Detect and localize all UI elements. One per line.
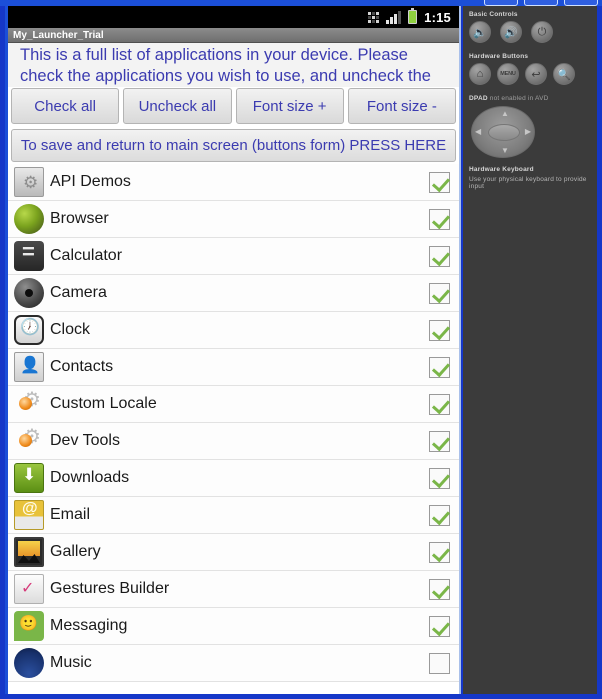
dpad-left-icon[interactable]: ◀ (475, 127, 481, 136)
power-button[interactable]: ⏻ (531, 21, 553, 43)
app-checkbox[interactable] (429, 171, 450, 193)
app-checkbox[interactable] (429, 319, 450, 341)
gear-orange-icon (14, 424, 44, 456)
save-and-return-button[interactable]: To save and return to main screen (butto… (11, 129, 456, 162)
app-list-item[interactable]: Dev Tools (8, 423, 459, 460)
app-checkbox[interactable] (429, 282, 450, 304)
app-name-label: Email (50, 506, 91, 523)
gear-orange-icon (14, 387, 44, 419)
emulator-screen: 1:15 My_Launcher_Trial This is a full li… (5, 6, 461, 694)
hardware-buttons-label: Hardware Buttons (469, 53, 529, 60)
app-list-item[interactable]: Email (8, 497, 459, 534)
app-list-item[interactable]: Gallery (8, 534, 459, 571)
instructions-text: This is a full list of applications in y… (8, 43, 459, 87)
volume-up-button[interactable]: 🔊 (500, 21, 522, 43)
folder-gear-icon (14, 167, 44, 197)
dpad-down-icon[interactable]: ▼ (501, 146, 509, 155)
app-list-item[interactable]: Clock (8, 312, 459, 349)
app-list-item[interactable]: Calculator (8, 238, 459, 275)
app-name-label: Browser (50, 210, 109, 227)
app-list-item[interactable]: Browser (8, 201, 459, 238)
hardware-buttons-group: Hardware Buttons ⌂ MENU ↩ 🔍 (469, 53, 591, 85)
dpad-up-icon[interactable]: ▲ (501, 109, 509, 118)
app-checkbox[interactable] (429, 578, 450, 600)
app-checkbox[interactable] (429, 393, 450, 415)
3g-network-icon (368, 11, 380, 23)
menu-button[interactable]: MENU (497, 63, 519, 85)
volume-down-button[interactable]: 🔈 (469, 21, 491, 43)
app-name-label: Downloads (50, 469, 130, 486)
signal-bars-icon (386, 10, 402, 24)
app-list-item[interactable]: Gestures Builder (8, 571, 459, 608)
app-checkbox[interactable] (429, 615, 450, 637)
app-name-label: Messaging (50, 617, 128, 634)
dpad-label: DPAD not enabled in AVD (469, 95, 591, 102)
action-button-row: Check all Uncheck all Font size + Font s… (8, 87, 459, 126)
app-list-item[interactable]: Camera (8, 275, 459, 312)
app-name-label: Gestures Builder (50, 580, 170, 597)
app-list-item[interactable]: Custom Locale (8, 386, 459, 423)
app-name-label: Custom Locale (50, 395, 157, 412)
app-name-label: Contacts (50, 358, 114, 375)
app-checkbox[interactable] (429, 245, 450, 267)
app-checkbox[interactable] (429, 467, 450, 489)
emulator-control-panel: Basic Controls 🔈 🔊 ⏻ Hardware Buttons ⌂ … (463, 6, 597, 694)
app-checkbox[interactable] (429, 208, 450, 230)
app-title-bar: My_Launcher_Trial (8, 28, 459, 43)
app-checkbox[interactable] (429, 356, 450, 378)
back-button[interactable]: ↩ (525, 63, 547, 85)
app-name-label: Music (50, 654, 92, 671)
dpad-control[interactable]: ▲ ▼ ◀ ▶ (471, 106, 535, 158)
camera-icon (14, 278, 44, 308)
calculator-icon (14, 239, 44, 271)
dpad-center-button[interactable] (488, 124, 520, 141)
check-all-button[interactable]: Check all (11, 88, 120, 124)
app-list-item[interactable]: API Demos (8, 164, 459, 201)
app-name-label: Dev Tools (50, 432, 120, 449)
app-checkbox[interactable] (429, 541, 450, 563)
messaging-icon (14, 611, 44, 641)
app-list-item[interactable]: Messaging (8, 608, 459, 645)
hardware-keyboard-group: Hardware Keyboard Use your physical keyb… (469, 166, 591, 190)
basic-controls-label: Basic Controls (469, 11, 518, 18)
app-checkbox[interactable] (429, 504, 450, 526)
contacts-icon (14, 352, 44, 382)
hardware-keyboard-label: Hardware Keyboard (469, 166, 534, 173)
search-button[interactable]: 🔍 (553, 63, 575, 85)
dpad-group: DPAD not enabled in AVD ▲ ▼ ◀ ▶ (469, 95, 591, 158)
app-checkbox[interactable] (429, 430, 450, 452)
font-size-decrease-button[interactable]: Font size - (347, 88, 456, 124)
android-status-bar: 1:15 (8, 6, 459, 28)
globe-icon (14, 204, 44, 234)
gallery-icon (14, 537, 44, 567)
hardware-keyboard-note: Use your physical keyboard to provide in… (469, 176, 587, 190)
app-name-label: API Demos (50, 173, 131, 190)
clock-icon (14, 315, 44, 345)
home-button[interactable]: ⌂ (469, 63, 491, 85)
app-list-item[interactable]: Contacts (8, 349, 459, 386)
download-icon (14, 463, 44, 493)
app-name-label: Camera (50, 284, 107, 301)
app-name-label: Clock (50, 321, 91, 338)
app-list-item[interactable]: Music (8, 645, 459, 682)
email-icon (14, 500, 44, 530)
app-list-item[interactable]: Downloads (8, 460, 459, 497)
dpad-note: not enabled in AVD (489, 95, 549, 102)
app-checkbox[interactable] (429, 652, 450, 674)
app-name-label: Calculator (50, 247, 123, 264)
gestures-icon (14, 574, 44, 604)
battery-icon (408, 8, 418, 24)
uncheck-all-button[interactable]: Uncheck all (123, 88, 232, 124)
status-bar-clock: 1:15 (424, 9, 451, 25)
app-name-label: Gallery (50, 543, 101, 560)
dpad-right-icon[interactable]: ▶ (525, 127, 531, 136)
basic-controls-group: Basic Controls 🔈 🔊 ⏻ (469, 11, 591, 43)
music-icon (14, 648, 44, 678)
application-list: API Demos Browser Calculator Camera Clock Con… (8, 164, 459, 682)
font-size-increase-button[interactable]: Font size + (235, 88, 344, 124)
dpad-label-text: DPAD (469, 95, 488, 102)
